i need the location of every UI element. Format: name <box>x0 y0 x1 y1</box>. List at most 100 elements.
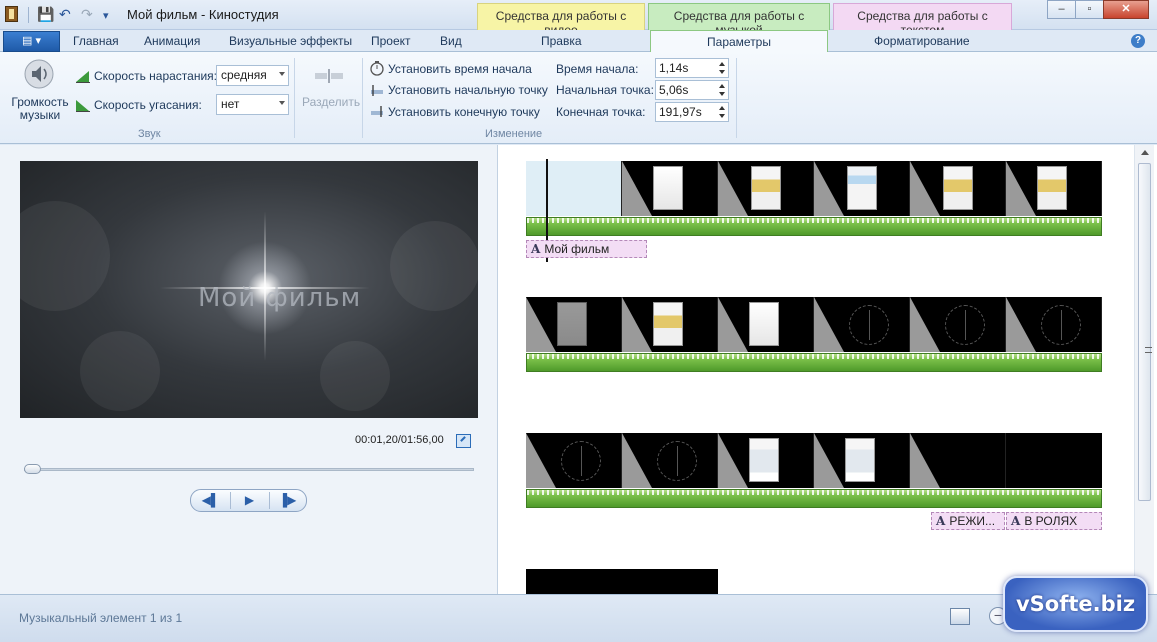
music-track[interactable] <box>526 353 1102 372</box>
spin-up-icon[interactable] <box>719 62 725 66</box>
video-clip[interactable] <box>526 161 622 216</box>
save-icon[interactable]: 💾 <box>37 6 54 23</box>
title-bar: 💾 ↶ ↷ ▾ Мой фильм - Киностудия Средства … <box>0 0 1157 37</box>
speaker-icon <box>24 59 54 89</box>
context-tab-music-tools: Средства для работы с музыкой <box>648 3 830 37</box>
redo-icon[interactable]: ↷ <box>81 6 93 23</box>
set-start-time-button[interactable]: Установить время начала <box>388 62 532 76</box>
set-end-point-button[interactable]: Установить конечную точку <box>388 105 540 119</box>
minimize-button[interactable]: – <box>1047 0 1076 19</box>
video-clip[interactable] <box>910 433 1006 488</box>
spin-up-icon[interactable] <box>719 106 725 110</box>
end-point-value: 191,97s <box>659 105 702 119</box>
text-clip-icon: A <box>936 514 946 528</box>
start-time-value: 1,14s <box>659 61 689 75</box>
text-clip-title[interactable]: A Мой фильм <box>526 240 647 258</box>
tab-home[interactable]: Главная <box>73 34 119 48</box>
video-clip[interactable] <box>1006 297 1102 352</box>
play-button[interactable]: ▶ <box>230 490 269 511</box>
file-menu-button[interactable]: ▤ ▾ <box>3 31 60 52</box>
help-icon[interactable]: ? <box>1131 34 1145 48</box>
maximize-button[interactable]: ▫ <box>1075 0 1104 19</box>
spin-down-icon[interactable] <box>719 70 725 74</box>
qat-customize-icon[interactable]: ▾ <box>103 9 109 22</box>
fade-in-value: средняя <box>221 68 267 82</box>
fade-out-dropdown[interactable]: нет <box>216 94 289 115</box>
watermark-logo: vSofte.biz <box>1003 576 1148 632</box>
video-strip[interactable] <box>526 297 1102 352</box>
video-clip[interactable] <box>718 433 814 488</box>
clip-thumbnail <box>653 302 683 346</box>
ribbon-tabs: ▤ ▾ Главная Анимация Визуальные эффекты … <box>0 30 1157 53</box>
music-track[interactable] <box>526 217 1102 236</box>
stopwatch-icon <box>370 61 384 76</box>
scroll-thumb[interactable] <box>1138 163 1152 501</box>
tab-edit[interactable]: Правка <box>541 34 582 48</box>
video-clip[interactable] <box>526 297 622 352</box>
transition-wedge <box>814 297 844 352</box>
app-icon[interactable] <box>5 6 18 22</box>
group-separator <box>736 58 737 138</box>
fade-in-label: Скорость нарастания: <box>94 69 217 83</box>
ribbon-panel: Громкость музыки Скорость нарастания: ср… <box>0 52 1157 144</box>
start-time-spinner[interactable]: 1,14s <box>655 58 729 78</box>
video-clip[interactable] <box>622 433 718 488</box>
tab-options[interactable]: Параметры <box>650 30 828 53</box>
fullscreen-icon[interactable] <box>456 434 471 448</box>
transition-wedge <box>1006 161 1036 216</box>
next-frame-button[interactable]: ▐▶ <box>268 490 307 511</box>
tab-format[interactable]: Форматирование <box>874 34 970 48</box>
close-button[interactable]: ✕ <box>1103 0 1149 19</box>
text-clip-cast[interactable]: AВ РОЛЯХ <box>1006 512 1102 530</box>
video-clip[interactable] <box>718 161 814 216</box>
start-point-spinner[interactable]: 5,06s <box>655 80 729 100</box>
previous-frame-button[interactable]: ◀▌ <box>191 490 230 511</box>
clip-thumbnail <box>749 438 779 482</box>
bokeh-light <box>20 201 110 311</box>
tab-view[interactable]: Вид <box>440 34 462 48</box>
transition-wedge <box>814 161 844 216</box>
seek-thumb[interactable] <box>24 464 41 474</box>
video-clip[interactable] <box>814 433 910 488</box>
video-clip[interactable] <box>1006 161 1102 216</box>
music-track[interactable] <box>526 489 1102 508</box>
video-strip[interactable] <box>526 161 1102 216</box>
tab-animation[interactable]: Анимация <box>144 34 200 48</box>
video-strip[interactable] <box>526 433 1102 488</box>
tab-visual-effects[interactable]: Визуальные эффекты <box>229 34 352 48</box>
scroll-up-icon[interactable] <box>1141 150 1149 155</box>
text-clip-icon: A <box>531 242 541 256</box>
fade-in-dropdown[interactable]: средняя <box>216 65 289 86</box>
bokeh-light <box>320 341 390 411</box>
video-clip[interactable] <box>814 161 910 216</box>
video-clip[interactable] <box>814 297 910 352</box>
tab-project[interactable]: Проект <box>371 34 411 48</box>
spin-down-icon[interactable] <box>719 114 725 118</box>
video-clip[interactable] <box>910 161 1006 216</box>
video-clip[interactable] <box>718 297 814 352</box>
set-start-point-button[interactable]: Установить начальную точку <box>388 83 548 97</box>
thumbnail-size-icon[interactable] <box>950 608 970 625</box>
clip-thumbnail <box>653 166 683 210</box>
seek-bar[interactable] <box>24 468 474 471</box>
video-clip[interactable] <box>622 161 718 216</box>
video-clip[interactable] <box>910 297 1006 352</box>
video-clip[interactable] <box>526 433 622 488</box>
spin-down-icon[interactable] <box>719 92 725 96</box>
video-strip[interactable] <box>526 569 718 594</box>
transition-wedge <box>622 161 652 216</box>
undo-icon[interactable]: ↶ <box>59 6 71 23</box>
storyboard-scrollbar[interactable] <box>1134 145 1154 594</box>
video-clip[interactable] <box>622 297 718 352</box>
preview-pane: Мой фильм 00:01,20/01:56,00 ◀▌ ▶ ▐▶ <box>0 145 497 594</box>
transition-wedge <box>910 161 940 216</box>
video-clip[interactable] <box>1006 433 1102 488</box>
fade-out-label: Скорость угасания: <box>94 98 202 112</box>
text-clip-director[interactable]: A РЕЖИ... <box>931 512 1005 530</box>
end-point-spinner[interactable]: 191,97s <box>655 102 729 122</box>
text-clip-label: В РОЛЯХ <box>1024 514 1078 528</box>
window-title: Мой фильм - Киностудия <box>127 7 279 22</box>
timecode: 00:01,20/01:56,00 <box>355 434 444 446</box>
video-preview[interactable]: Мой фильм <box>20 161 478 418</box>
spin-up-icon[interactable] <box>719 84 725 88</box>
